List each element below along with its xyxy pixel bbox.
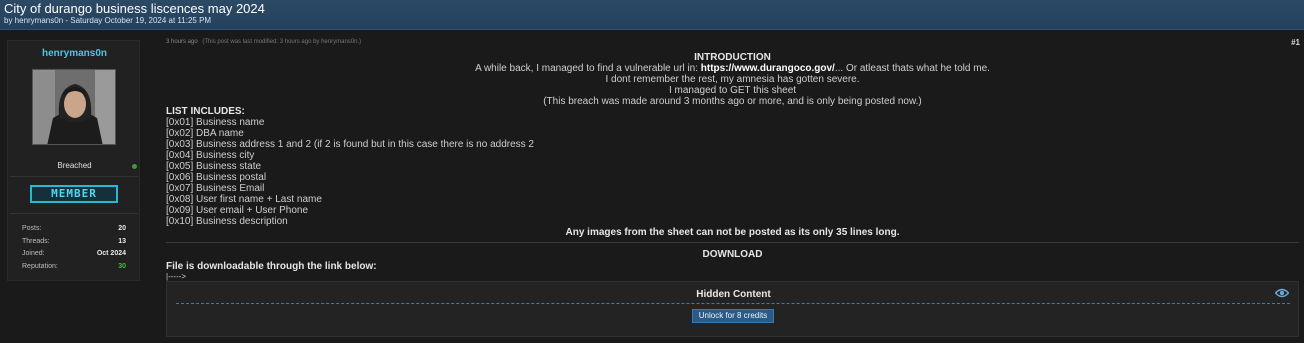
hidden-content-box: Hidden Content Unlock for 8 credits — [166, 281, 1299, 337]
stat-value[interactable]: 30 — [118, 263, 126, 270]
intro-text: ... Or atleast thats what he told me. — [834, 63, 990, 74]
stat-joined: Joined: Oct 2024 — [22, 250, 126, 263]
images-note: Any images from the sheet can not be pos… — [565, 227, 900, 238]
intro-heading: INTRODUCTION — [694, 52, 771, 63]
stat-value: Oct 2024 — [96, 250, 126, 257]
divider — [10, 176, 138, 177]
avatar[interactable] — [32, 69, 116, 145]
thread-title: City of durango business liscences may 2… — [4, 1, 265, 16]
stat-threads: Threads: 13 — [22, 238, 126, 251]
stat-label: Posts: — [22, 225, 42, 232]
list-heading: LIST INCLUDES: — [166, 106, 245, 117]
thread-meta: by henrymans0n - Saturday October 19, 20… — [4, 16, 212, 25]
intro-line: A while back, I managed to find a vulner… — [166, 63, 1299, 74]
download-text: File is downloadable through the link be… — [166, 261, 377, 272]
list-item: [0x10] Business description — [166, 216, 288, 227]
eye-icon[interactable] — [1275, 288, 1289, 298]
list-item: [0x02] DBA name — [166, 128, 244, 139]
author-username[interactable]: henrymans0n — [8, 48, 141, 59]
stat-label: Reputation: — [22, 262, 58, 270]
online-dot-icon — [132, 164, 137, 169]
stat-value: 13 — [118, 237, 126, 245]
hidden-content-title: Hidden Content — [696, 289, 771, 300]
intro-line: I managed to GET this sheet — [668, 85, 797, 96]
status-label: Breached — [57, 161, 92, 170]
post-meta: 3 hours ago (This post was last modified… — [166, 39, 361, 45]
post-number[interactable]: #1 — [1291, 38, 1300, 47]
section-divider — [166, 242, 1299, 243]
stat-value: 20 — [118, 225, 126, 232]
intro-line: (This breach was made around 3 months ag… — [543, 96, 922, 107]
author-stats: Posts: 20 Threads: 13 Joined: Oct 2024 R… — [22, 225, 126, 275]
list-item: [0x04] Business city — [166, 150, 255, 161]
list-item: [0x01] Business name — [166, 117, 265, 128]
list-item: [0x06] Business postal — [166, 172, 267, 183]
unlock-button[interactable]: Unlock for 8 credits — [692, 309, 774, 323]
stat-reputation: Reputation: 30 — [22, 263, 126, 276]
stat-label: Joined: — [22, 250, 45, 257]
intro-link[interactable]: https://www.durangoco.gov/ — [701, 63, 835, 74]
stat-posts: Posts: 20 — [22, 225, 126, 238]
thread-header: City of durango business liscences may 2… — [0, 0, 1304, 30]
list-item: [0x07] Business Email — [166, 183, 265, 194]
list-item: [0x09] User email + User Phone — [166, 205, 309, 216]
divider — [10, 213, 138, 214]
download-heading: DOWNLOAD — [702, 249, 763, 260]
intro-text: A while back, I managed to find a vulner… — [475, 63, 701, 74]
post-edited-note: (This post was last modified: 3 hours ag… — [202, 39, 362, 45]
status-row: Breached — [8, 160, 141, 174]
dashed-divider — [176, 303, 1290, 304]
list-item: [0x08] User first name + Last name — [166, 194, 322, 205]
author-panel: henrymans0n Breached MEMBER Posts: 20 Th… — [7, 40, 140, 281]
stat-label: Threads: — [22, 237, 50, 245]
list-item: [0x05] Business state — [166, 161, 262, 172]
intro-line: I dont remember the rest, my amnesia has… — [605, 74, 860, 85]
list-item: [0x03] Business address 1 and 2 (if 2 is… — [166, 139, 534, 150]
post-time[interactable]: 3 hours ago — [166, 39, 198, 45]
rank-badge: MEMBER — [30, 185, 118, 203]
